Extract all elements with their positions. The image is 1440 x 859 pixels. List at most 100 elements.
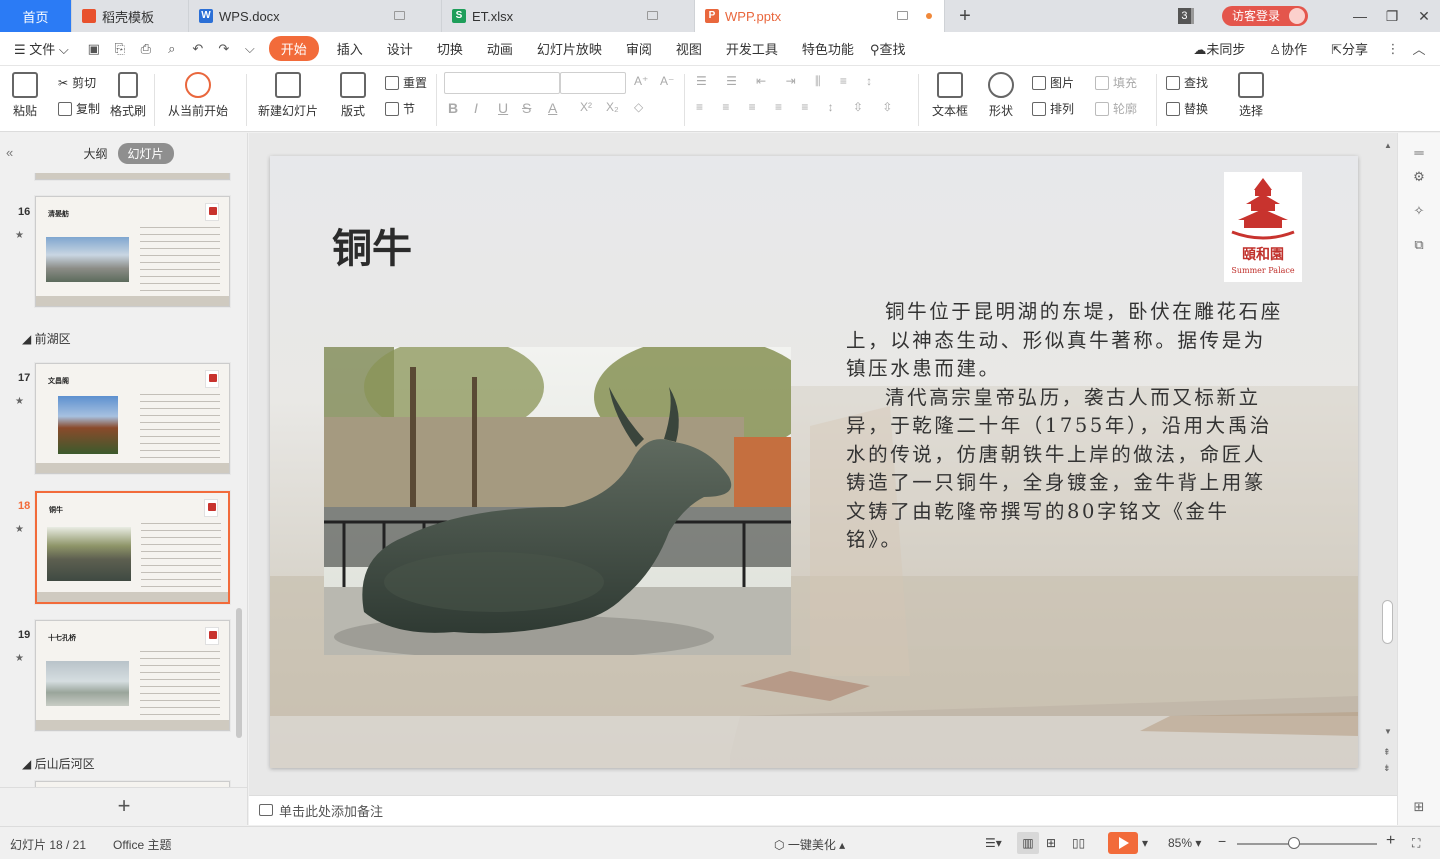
more-icon[interactable]: ⋮ [1380,41,1406,57]
slide-thumbnail-15[interactable] [35,173,230,180]
superscript-button[interactable]: X² [580,100,592,114]
clear-format-button[interactable]: ◇ [634,100,643,114]
italic-button[interactable]: I [474,100,478,116]
tab-design[interactable]: 设计 [375,39,425,58]
play-options-icon[interactable]: ▾ [1142,836,1148,850]
zoom-level[interactable]: 85% ▾ [1168,836,1201,850]
slide-sorter-icon[interactable]: ⊞ [1046,836,1056,850]
layout-button[interactable]: 版式 [340,72,366,119]
zoom-slider-track[interactable] [1237,843,1377,845]
reset-button[interactable]: 重置 [385,74,427,91]
shape-button[interactable]: 形状 [988,72,1014,119]
prev-slide-icon[interactable]: ⇞ [1383,747,1391,758]
tab-review[interactable]: 审阅 [614,39,664,58]
tab-view[interactable]: 视图 [664,39,714,58]
font-name-combobox[interactable] [444,72,560,94]
cut-button[interactable]: ✂ 剪切 [58,74,96,91]
slide-thumbnail-16[interactable]: 清晏舫 [35,196,230,307]
collapse-panel-icon[interactable]: « [6,145,13,160]
slide-title[interactable]: 铜牛 [332,216,412,274]
login-button[interactable]: 访客登录 [1221,6,1308,26]
fit-window-icon[interactable]: ⛶ [1412,836,1420,851]
outline-tab[interactable]: 大纲 [73,143,117,164]
tab-slideshow[interactable]: 幻灯片放映 [525,39,614,58]
summer-palace-logo[interactable]: 頤和園 Summer Palace [1224,172,1302,282]
panel-scrollbar[interactable] [236,608,242,738]
section-back-hill[interactable]: ◢ 后山后河区 [22,755,95,772]
font-size-combobox[interactable] [560,72,626,94]
paste-button[interactable]: 粘贴 [12,72,38,119]
replace-button[interactable]: 替换 [1166,100,1208,117]
scroll-up-icon[interactable]: ▲ [1384,141,1392,150]
slide-thumbnail-17[interactable]: 文昌阁 [35,363,230,474]
add-slide-button[interactable]: + [0,787,248,825]
bold-button[interactable]: B [448,100,458,116]
next-slide-icon[interactable]: ⇟ [1383,763,1391,774]
textbox-button[interactable]: 文本框 [932,72,968,119]
picture-button[interactable]: 图片 [1032,74,1074,91]
find-button[interactable]: 查找 [1166,74,1208,91]
transition-pane-icon[interactable]: ⧉ [1411,237,1427,253]
tab-home[interactable]: 首页 [0,0,72,32]
tab-et-xlsx[interactable]: S ET.xlsx [442,0,695,32]
redo-icon[interactable]: ↷ [211,41,237,57]
grid-view-icon[interactable]: ⊞ [1411,799,1427,815]
fill-button[interactable]: 填充 [1095,74,1137,91]
format-painter-button[interactable]: 格式刷 [110,72,146,119]
tab-developer[interactable]: 开发工具 [714,39,790,58]
section-front-lake[interactable]: ◢ 前湖区 [22,330,71,347]
underline-button[interactable]: U [498,100,508,116]
select-button[interactable]: 选择 [1238,72,1264,119]
beautify-button[interactable]: ⬡ 一键美化 ▴ [774,836,845,853]
export-icon[interactable]: ⎘ [107,41,133,57]
tab-docer-template[interactable]: 稻壳模板 [72,0,189,32]
tab-wpp-pptx[interactable]: P WPP.pptx [695,0,945,32]
slide-thumbnail-19[interactable]: 十七孔桥 [35,620,230,731]
monitor-icon[interactable] [897,11,908,20]
subscript-button[interactable]: X₂ [606,100,619,114]
new-tab-button[interactable]: + [945,0,985,32]
scroll-down-icon[interactable]: ▼ [1384,727,1392,736]
paragraph-tools-row1[interactable]: ☰ ☰ ⇤ ⇥ ⫼ ≡ ↕ [696,74,880,89]
section-button[interactable]: 节 [385,100,415,117]
save-icon[interactable]: ▣ [81,41,107,57]
undo-icon[interactable]: ↶ [185,41,211,57]
file-menu[interactable]: ☰ 文件 ⌵ [0,39,81,58]
share-button[interactable]: ⇱分享 [1319,39,1380,58]
zoom-slider-knob[interactable] [1288,837,1300,849]
bronze-ox-photo[interactable] [324,347,791,655]
tab-features[interactable]: 特色功能 [790,39,866,58]
preview-icon[interactable]: ⌕ [159,41,185,57]
zoom-in-icon[interactable]: + [1386,832,1395,850]
animation-pane-icon[interactable]: ✧ [1411,203,1427,219]
tab-wps-docx[interactable]: W WPS.docx [189,0,442,32]
thumbnail-list[interactable]: 16 ★ 清晏舫 ◢ 前湖区 17 ★ 文昌阁 18 ★ 铜牛 19 ★ 十七孔… [0,173,236,787]
copy-button[interactable]: 复制 [58,100,100,117]
tab-animation[interactable]: 动画 [475,39,525,58]
panel-handle-icon[interactable]: ═ [1411,145,1427,161]
quick-access-dropdown-icon[interactable]: ⌵ [237,41,263,57]
current-slide[interactable]: 铜牛 頤和園 Summer Palace 铜牛位于昆明湖的东堤，卧伏在雕花石座上… [270,156,1358,768]
arrange-button[interactable]: 排列 [1032,100,1074,117]
tab-transition[interactable]: 切换 [425,39,475,58]
notes-pane[interactable]: 单击此处添加备注 [249,795,1397,825]
strikethrough-button[interactable]: S [522,100,531,116]
window-count-badge[interactable]: 3 [1177,8,1194,24]
play-slideshow-button[interactable] [1108,832,1138,854]
monitor-icon[interactable] [394,11,405,20]
print-icon[interactable]: ⎙ [133,41,159,57]
tab-start[interactable]: 开始 [268,36,319,61]
restore-icon[interactable]: ❐ [1376,8,1408,25]
sync-status[interactable]: ☁未同步 [1181,39,1257,58]
search-command[interactable]: ⚲查找 [866,39,918,58]
reading-view-icon[interactable]: ▯▯ [1072,836,1085,850]
shrink-font-button[interactable]: A⁻ [660,74,674,88]
collaborate-button[interactable]: ♙协作 [1257,39,1319,58]
font-color-button[interactable]: A [548,100,557,116]
new-slide-button[interactable]: 新建幻灯片 [258,72,318,119]
scroll-thumb[interactable] [1382,600,1393,644]
editor-scrollbar[interactable]: ▲ ▼ ⇞ ⇟ [1380,133,1396,795]
monitor-icon[interactable] [647,11,658,20]
paragraph-tools-row2[interactable]: ≡ ≡ ≡ ≡ ≡ ↕ ⇳ ⇳ [696,100,900,114]
theme-name[interactable]: Office 主题 [113,836,171,853]
